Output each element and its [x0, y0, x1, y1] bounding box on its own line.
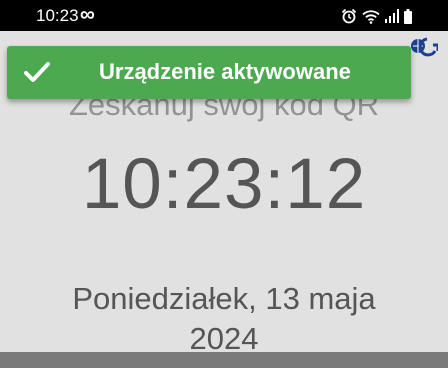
app-logo-icon [411, 37, 438, 57]
alarm-icon [341, 8, 357, 24]
clock: 10:23:12 [81, 145, 367, 224]
signal-icon [385, 9, 399, 23]
infinity-icon: ∞ [80, 3, 95, 26]
toast-message: Urządzenie aktywowane [99, 59, 351, 84]
battery-icon [404, 8, 412, 24]
success-toast[interactable]: Urządzenie aktywowane [7, 46, 411, 99]
status-bar: 10:23 ∞ [0, 0, 448, 31]
bottom-strip [0, 352, 448, 368]
checkmark-icon [24, 62, 50, 82]
wifi-icon [362, 9, 380, 24]
date-display: Poniedziałek, 13 maja 2024 [0, 279, 448, 359]
date-line-weekday: Poniedziałek, 13 maja [72, 281, 376, 316]
status-time: 10:23 [36, 6, 79, 25]
status-icons [341, 7, 412, 25]
